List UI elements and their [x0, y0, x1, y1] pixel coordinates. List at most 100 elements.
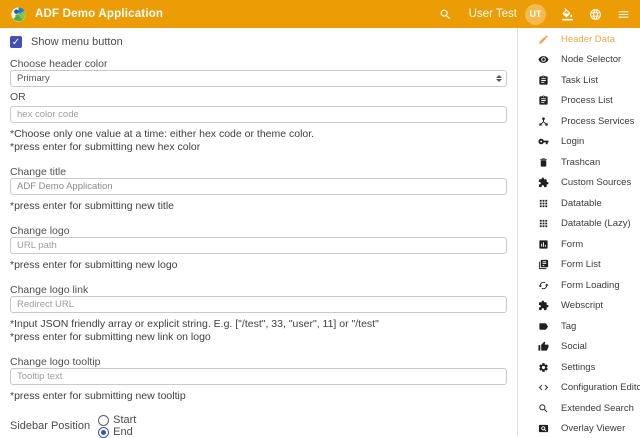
app-logo-icon[interactable] [10, 6, 27, 23]
title-hint: *press enter for submitting new title [10, 200, 507, 212]
grid-icon [538, 198, 549, 209]
sidebar-item-form[interactable]: Form [518, 234, 640, 255]
hex-color-input[interactable] [10, 106, 507, 123]
change-title-input[interactable] [10, 178, 507, 195]
change-logo-input[interactable] [10, 237, 507, 254]
sidebar-item-form-loading[interactable]: Form Loading [518, 275, 640, 296]
user-avatar[interactable]: UT [525, 4, 546, 25]
sidebar-item-label: Datatable [561, 198, 602, 209]
sidebar-item-task-list[interactable]: Task List [518, 70, 640, 91]
device-hub-icon [538, 116, 549, 127]
sidebar-item-trashcan[interactable]: Trashcan [518, 152, 640, 173]
sidebar-item-label: Process Services [561, 116, 634, 127]
change-logo-label: Change logo [10, 226, 507, 237]
tag-icon [538, 321, 549, 332]
menu-icon[interactable] [617, 8, 630, 21]
sidebar-item-label: Custom Sources [561, 177, 631, 188]
chart-icon [538, 239, 549, 250]
sidebar-item-overlay-viewer[interactable]: Overlay Viewer [518, 419, 640, 437]
sidebar-item-process-services[interactable]: Process Services [518, 111, 640, 132]
puzzle-icon [538, 177, 549, 188]
logo-tooltip-hint: *press enter for submitting new tooltip [10, 390, 507, 402]
show-menu-checkbox[interactable] [10, 36, 22, 48]
main-content: Show menu button Choose header color Pri… [0, 28, 517, 436]
sidebar-item-datatable-lazy[interactable]: Datatable (Lazy) [518, 214, 640, 235]
sync-icon [538, 280, 549, 291]
sidebar-item-label: Form Loading [561, 280, 620, 291]
sidebar-item-login[interactable]: Login [518, 132, 640, 153]
key-icon [538, 136, 549, 147]
change-logo-tooltip-section: Change logo tooltip *press enter for sub… [10, 357, 507, 402]
sidebar-item-label: Form [561, 239, 583, 250]
sidebar-item-label: Social [561, 341, 587, 352]
select-spinner-icon [496, 75, 502, 82]
sidebar-item-label: Login [561, 136, 584, 147]
change-title-label: Change title [10, 167, 507, 178]
change-logo-link-input[interactable] [10, 296, 507, 313]
logo-hint: *press enter for submitting new logo [10, 259, 507, 271]
sidebar-item-label: Node Selector [561, 54, 621, 65]
show-menu-label: Show menu button [31, 36, 123, 48]
sidebar-item-process-list[interactable]: Process List [518, 91, 640, 112]
header-color-selected-value: Primary [17, 73, 496, 84]
radio-option-label: End [113, 426, 133, 438]
gear-icon [538, 362, 549, 373]
sidebar-item-label: Webscript [561, 300, 603, 311]
app-title: ADF Demo Application [35, 8, 163, 20]
code-icon [538, 382, 549, 393]
radio-option-label: Start [113, 414, 136, 426]
sidebar-item-settings[interactable]: Settings [518, 357, 640, 378]
change-logo-tooltip-label: Change logo tooltip [10, 357, 507, 368]
eye-icon [538, 54, 549, 65]
sidebar-item-webscript[interactable]: Webscript [518, 296, 640, 317]
sidebar-position-label: Sidebar Position [10, 420, 90, 432]
logo-link-hint-2: *press enter for submitting new link on … [10, 331, 507, 343]
language-globe-icon[interactable] [589, 8, 602, 21]
library-icon [538, 259, 549, 270]
grid-icon [538, 218, 549, 229]
sidebar-item-social[interactable]: Social [518, 337, 640, 358]
sidebar-item-label: Extended Search [561, 403, 634, 414]
sidebar-item-form-list[interactable]: Form List [518, 255, 640, 276]
show-menu-row: Show menu button [10, 36, 507, 48]
sidebar-item-label: Configuration Editor [561, 382, 640, 393]
radio-option-start[interactable]: Start [90, 414, 136, 426]
app-header: ADF Demo Application User Test UT [0, 0, 640, 28]
change-logo-link-label: Change logo link [10, 285, 507, 296]
radio-circle-icon[interactable] [98, 415, 109, 426]
header-color-select[interactable]: Primary [10, 70, 507, 87]
change-logo-link-section: Change logo link *Input JSON friendly ar… [10, 285, 507, 343]
sidebar-item-extended-search[interactable]: Extended Search [518, 398, 640, 419]
radio-option-end[interactable]: End [90, 426, 136, 438]
search-icon [538, 403, 549, 414]
sidebar-item-custom-sources[interactable]: Custom Sources [518, 173, 640, 194]
change-logo-section: Change logo *press enter for submitting … [10, 226, 507, 271]
sidebar-item-configuration-editor[interactable]: Configuration Editor [518, 378, 640, 399]
sidebar-item-label: Datatable (Lazy) [561, 218, 631, 229]
sidebar-item-label: Form List [561, 259, 601, 270]
search-icon[interactable] [439, 8, 452, 21]
puzzle-icon [538, 300, 549, 311]
clipboard-icon [538, 75, 549, 86]
change-logo-tooltip-input[interactable] [10, 368, 507, 385]
sidebar-item-header-data[interactable]: Header Data [518, 29, 640, 50]
clipboard-icon [538, 95, 549, 106]
sidebar-item-datatable[interactable]: Datatable [518, 193, 640, 214]
hex-hint-2: *press enter for submitting new hex colo… [10, 141, 507, 153]
sidebar-item-label: Header Data [561, 34, 615, 45]
sidebar-item-tag[interactable]: Tag [518, 316, 640, 337]
sidebar-position-options: StartEnd [90, 414, 136, 438]
sidebar-item-label: Settings [561, 362, 595, 373]
sidebar-item-label: Tag [561, 321, 576, 332]
trash-icon [538, 157, 549, 168]
pageview-icon [538, 423, 549, 434]
sidebar-item-node-selector[interactable]: Node Selector [518, 50, 640, 71]
change-title-section: Change title *press enter for submitting… [10, 167, 507, 212]
color-fill-icon[interactable] [561, 8, 574, 21]
user-name: User Test [469, 8, 517, 20]
sidebar-item-label: Overlay Viewer [561, 423, 625, 434]
thumb-up-icon [538, 341, 549, 352]
or-label: OR [10, 92, 507, 103]
right-sidebar: Header DataNode SelectorTask ListProcess… [517, 28, 640, 436]
sidebar-item-label: Trashcan [561, 157, 600, 168]
